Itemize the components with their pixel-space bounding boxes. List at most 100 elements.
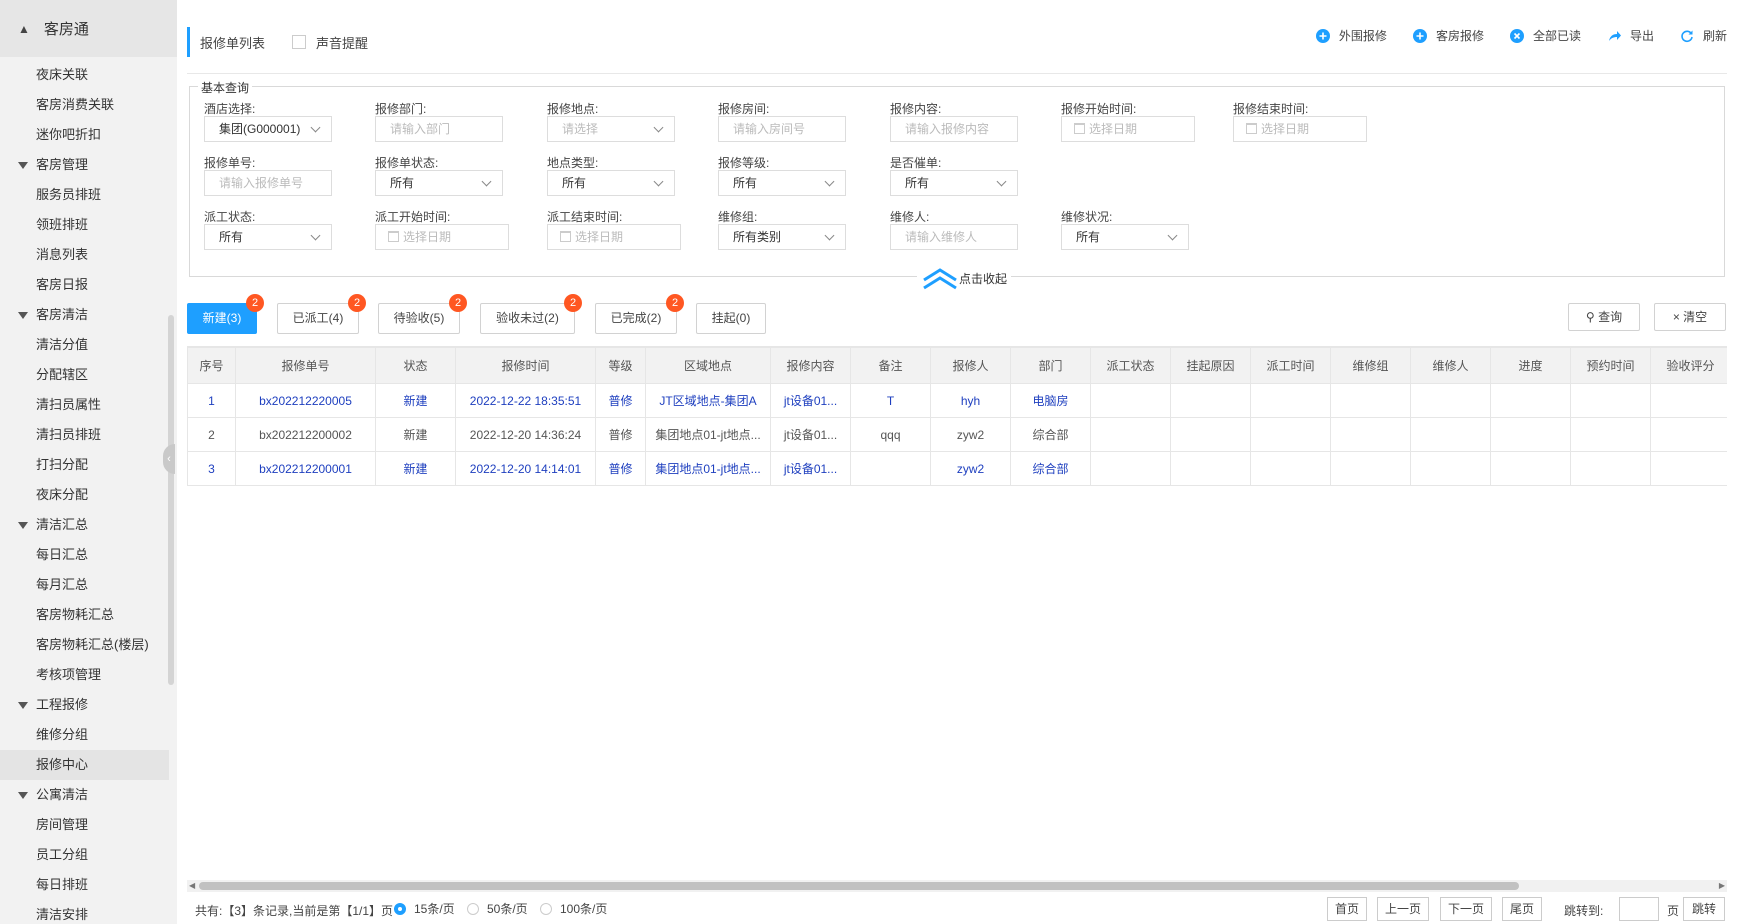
fixer-input[interactable]: 请输入维修人 [890, 224, 1018, 250]
sidebar-item[interactable]: 每月汇总 [0, 570, 177, 600]
repair-start-date[interactable]: 选择日期 [1061, 116, 1195, 142]
sidebar-group[interactable]: 客房管理 [0, 150, 177, 180]
plus-circle-icon [1315, 28, 1330, 43]
sidebar-item[interactable]: 服务员排班 [0, 180, 177, 210]
sidebar-item[interactable]: 迷你吧折扣 [0, 120, 177, 150]
collapse-query-button[interactable]: 点击收起 [917, 266, 1012, 290]
column-header: 报修人 [930, 347, 1011, 384]
sidebar-item[interactable]: 打扫分配 [0, 450, 177, 480]
external-repair-button[interactable]: 外围报修 [1315, 27, 1387, 44]
sidebar-group[interactable]: 工程报修 [0, 690, 177, 720]
table-cell: 集团地点01-jt地点... [645, 451, 771, 486]
sidebar-group[interactable]: 公寓清洁 [0, 780, 177, 810]
table-cell: qqq [850, 417, 931, 452]
sidebar-item[interactable]: 员工分组 [0, 840, 177, 870]
table-cell: bx202212200002 [235, 417, 376, 452]
jump-button[interactable]: 跳转 [1683, 897, 1725, 921]
sidebar-item-label: 每月汇总 [36, 577, 89, 592]
sidebar-item[interactable]: 夜床关联 [0, 60, 177, 90]
tab-check-failed[interactable]: 验收未过(2) 2 [480, 294, 582, 334]
sidebar-item[interactable]: 分配辖区 [0, 360, 177, 390]
fix-status-select[interactable]: 所有 [1061, 224, 1189, 250]
repair-place-select[interactable]: 请选择 [547, 116, 675, 142]
table-cell [1410, 383, 1491, 418]
urge-select[interactable]: 所有 [890, 170, 1018, 196]
mark-all-read-button[interactable]: 全部已读 [1509, 27, 1581, 44]
sidebar-item[interactable]: 客房物耗汇总 [0, 600, 177, 630]
place-type-select[interactable]: 所有 [547, 170, 675, 196]
sidebar-item[interactable]: 清洁安排 [0, 900, 177, 924]
repair-end-date[interactable]: 选择日期 [1233, 116, 1367, 142]
dispatch-start-date[interactable]: 选择日期 [375, 224, 509, 250]
sidebar-item[interactable]: 客房日报 [0, 270, 177, 300]
table-row[interactable]: 2 bx202212200002 新建 2022-12-20 14:36:24 普修 集团… [187, 417, 1727, 452]
page-size-50[interactable]: 50条/页 [467, 900, 528, 917]
table-row[interactable]: 1 bx202212220005 新建 2022-12-22 18:35:51 普修 JT… [187, 383, 1727, 418]
tab-suspended-label: 挂起(0) [711, 311, 751, 325]
sidebar-scrollbar[interactable] [168, 315, 174, 685]
sidebar-collapse-handle[interactable]: ‹ [163, 444, 175, 474]
refresh-icon [1681, 29, 1693, 42]
order-no-label: 报修单号: [204, 156, 256, 170]
tab-pending-check[interactable]: 待验收(5) 2 [378, 294, 467, 334]
scroll-right-icon[interactable]: ▶ [1719, 881, 1725, 890]
clear-button[interactable]: × 清空 [1654, 303, 1726, 331]
sidebar-item[interactable]: 维修分组 [0, 720, 177, 750]
sidebar-group[interactable]: 清洁汇总 [0, 510, 177, 540]
prev-page-button[interactable]: 上一页 [1377, 897, 1429, 921]
page-size-100[interactable]: 100条/页 [540, 900, 607, 917]
table-row[interactable]: 3 bx202212200001 新建 2022-12-20 14:14:01 普修 集团… [187, 451, 1727, 486]
sidebar-item[interactable]: 客房物耗汇总(楼层) [0, 630, 177, 660]
order-no-input[interactable]: 请输入报修单号 [204, 170, 332, 196]
dispatch-status-select[interactable]: 所有 [204, 224, 332, 250]
next-page-button[interactable]: 下一页 [1440, 897, 1492, 921]
sidebar-item[interactable]: 领班排班 [0, 210, 177, 240]
page-size-100-label: 100条/页 [560, 902, 608, 916]
sidebar-item[interactable]: 清扫员排班 [0, 420, 177, 450]
sidebar-item[interactable]: 考核项管理 [0, 660, 177, 690]
sidebar-item[interactable]: 清扫员属性 [0, 390, 177, 420]
page-size-15-label: 15条/页 [414, 902, 455, 916]
sidebar-header[interactable]: ▲ 客房通 [0, 0, 177, 57]
scrollbar-thumb[interactable] [199, 882, 1519, 890]
tab-new[interactable]: 新建(3) 2 [187, 294, 264, 334]
search-button[interactable]: ⚲ 查询 [1568, 303, 1640, 331]
export-button[interactable]: 导出 [1607, 27, 1654, 44]
sound-alert-checkbox[interactable] [292, 35, 307, 49]
repair-room-input[interactable]: 请输入房间号 [718, 116, 846, 142]
sidebar-item[interactable]: 消息列表 [0, 240, 177, 270]
last-page-button[interactable]: 尾页 [1502, 897, 1542, 921]
jump-page-input[interactable] [1619, 897, 1659, 921]
sidebar-item[interactable]: 每日排班 [0, 870, 177, 900]
refresh-button[interactable]: 刷新 [1680, 27, 1727, 44]
repair-content-input[interactable]: 请输入报修内容 [890, 116, 1018, 142]
page-size-15[interactable]: 15条/页 [394, 900, 455, 917]
repair-dept-input[interactable]: 请输入部门 [375, 116, 503, 142]
sidebar-item[interactable]: 报修中心 [0, 750, 169, 780]
sidebar-item[interactable]: 每日汇总 [0, 540, 177, 570]
sidebar-item[interactable]: 夜床分配 [0, 480, 177, 510]
scroll-left-icon[interactable]: ◀ [189, 881, 195, 890]
room-repair-button[interactable]: 客房报修 [1412, 27, 1484, 44]
sidebar-item[interactable]: 客房消费关联 [0, 90, 177, 120]
tab-completed[interactable]: 已完成(2) 2 [595, 294, 684, 334]
sidebar-item[interactable]: 房间管理 [0, 810, 177, 840]
sidebar-item[interactable]: 清洁分值 [0, 330, 177, 360]
order-status-select[interactable]: 所有 [375, 170, 503, 196]
hotel-select[interactable]: 集团(G000001) [204, 116, 332, 142]
column-header: 报修单号 [235, 347, 376, 384]
calendar-icon [1246, 123, 1257, 134]
sidebar-item-label: 客房日报 [36, 277, 89, 292]
first-page-button[interactable]: 首页 [1327, 897, 1367, 921]
dispatch-end-date[interactable]: 选择日期 [547, 224, 681, 250]
table-cell [1490, 451, 1571, 486]
sidebar-group[interactable]: 客房清洁 [0, 300, 177, 330]
page-unit-label: 页 [1667, 904, 1680, 918]
repair-group-select[interactable]: 所有类别 [718, 224, 846, 250]
tab-suspended[interactable]: 挂起(0) [696, 303, 766, 334]
horizontal-scrollbar[interactable]: ◀ ▶ [187, 880, 1727, 892]
repair-level-select[interactable]: 所有 [718, 170, 846, 196]
repair-room-label: 报修房间: [718, 102, 770, 116]
tab-dispatched[interactable]: 已派工(4) 2 [277, 294, 366, 334]
repair-group-label: 维修组: [718, 210, 758, 224]
